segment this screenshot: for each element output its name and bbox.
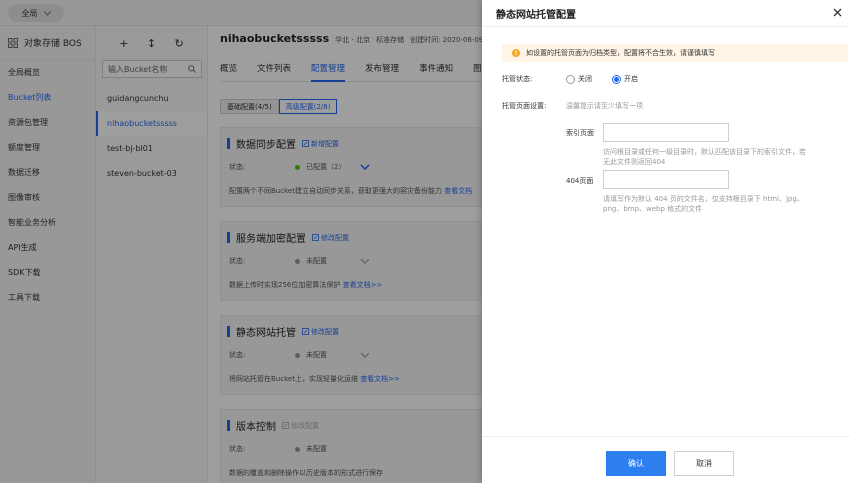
radio-on-label: 开启 bbox=[624, 75, 638, 83]
error-page-hint-line: 请填写作为默认 404 页的文件名，仅支持根目录下 html、jpg、 bbox=[603, 195, 804, 203]
radio-off[interactable]: 关闭 bbox=[566, 74, 592, 84]
close-glyph bbox=[833, 8, 841, 16]
error-page-input[interactable] bbox=[603, 170, 729, 189]
hosting-page-hint: 温馨提示请至少填写一项 bbox=[566, 102, 643, 110]
error-page-label: 404页面 bbox=[566, 177, 594, 185]
static-website-drawer: 静态网站托管配置 ! 如设置的托管页面为归档类型，配置将不合生效，请谨慎填写 托… bbox=[482, 0, 850, 483]
close-icon[interactable] bbox=[830, 5, 844, 19]
app-root: 全局 对象存储 BOS 全局概览 Bucket列表 资源包管理 额度管理 数据迁… bbox=[0, 0, 850, 483]
drawer-title: 静态网站托管配置 bbox=[496, 10, 576, 21]
modal-overlay[interactable] bbox=[0, 0, 482, 483]
index-page-input[interactable] bbox=[603, 123, 729, 142]
index-page-label: 索引页面 bbox=[566, 129, 594, 137]
warning-banner: ! 如设置的托管页面为归档类型，配置将不合生效，请谨慎填写 bbox=[502, 44, 848, 62]
error-page-hint: 请填写作为默认 404 页的文件名，仅支持根目录下 html、jpg、 png、… bbox=[603, 194, 804, 214]
error-page-hint-line: png、bmp、webp 格式的文件 bbox=[603, 205, 703, 213]
radio-on-circle[interactable] bbox=[612, 74, 621, 84]
warning-icon: ! bbox=[512, 49, 520, 57]
drawer-divider bbox=[482, 26, 850, 27]
radio-off-circle[interactable] bbox=[566, 74, 575, 84]
cancel-button[interactable]: 取消 bbox=[674, 451, 734, 476]
warning-text: 如设置的托管页面为归档类型，配置将不合生效，请谨慎填写 bbox=[526, 49, 715, 57]
index-page-hint: 访问根目录或任何一级目录时，默认匹配该目录下的索引文件，若 无此文件则返回404 bbox=[603, 147, 806, 167]
drawer-footer-divider bbox=[482, 436, 850, 437]
index-page-hint-line: 无此文件则返回404 bbox=[603, 158, 666, 166]
index-page-hint-line: 访问根目录或任何一级目录时，默认匹配该目录下的索引文件，若 bbox=[603, 148, 806, 156]
confirm-button[interactable]: 确认 bbox=[606, 451, 666, 476]
radio-on[interactable]: 开启 bbox=[612, 74, 638, 84]
hosting-status-label: 托管状态: bbox=[502, 75, 533, 83]
radio-off-label: 关闭 bbox=[578, 75, 592, 83]
hosting-page-label: 托管页面设置: bbox=[502, 102, 547, 110]
